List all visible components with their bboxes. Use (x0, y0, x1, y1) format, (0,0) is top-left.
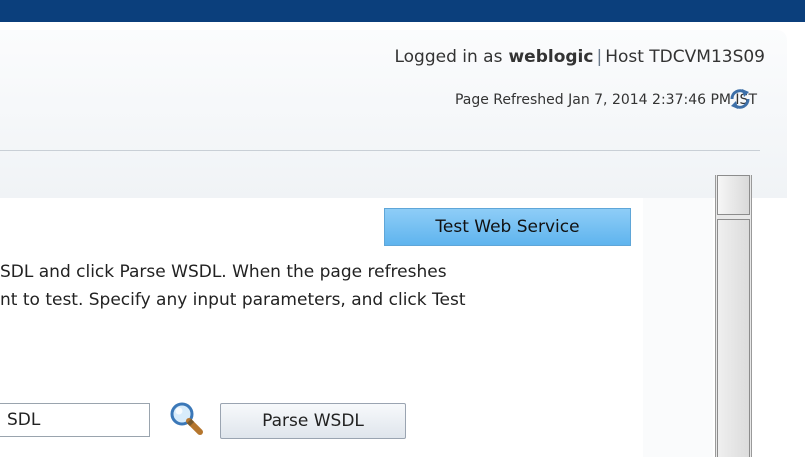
refresh-icon[interactable] (727, 87, 753, 111)
instructions-line-2: nt to test. Specify any input parameters… (0, 290, 466, 310)
search-icon[interactable] (164, 399, 210, 439)
test-web-service-button[interactable]: Test Web Service (384, 208, 631, 246)
scroll-thumb[interactable] (717, 175, 750, 215)
page-refreshed-text: Page Refreshed Jan 7, 2014 2:37:46 PM IS… (454, 92, 757, 108)
wsdl-url-input[interactable] (0, 403, 150, 437)
scroll-track[interactable] (717, 219, 750, 457)
separator: | (596, 47, 603, 67)
top-bar (0, 0, 805, 22)
header-divider (0, 150, 760, 151)
username: weblogic (508, 47, 594, 67)
content-gutter (643, 198, 713, 457)
vertical-scrollbar[interactable] (715, 175, 752, 457)
instructions-line-1: SDL and click Parse WSDL. When the page … (0, 262, 447, 282)
host-label: Host TDCVM13S09 (605, 47, 765, 67)
instructions-text: SDL and click Parse WSDL. When the page … (0, 258, 650, 314)
right-margin (787, 30, 805, 457)
parse-wsdl-button[interactable]: Parse WSDL (220, 403, 406, 439)
logged-in-label: Logged in as (394, 47, 503, 67)
login-info: Logged in as weblogic | Host TDCVM13S09 (394, 47, 765, 67)
